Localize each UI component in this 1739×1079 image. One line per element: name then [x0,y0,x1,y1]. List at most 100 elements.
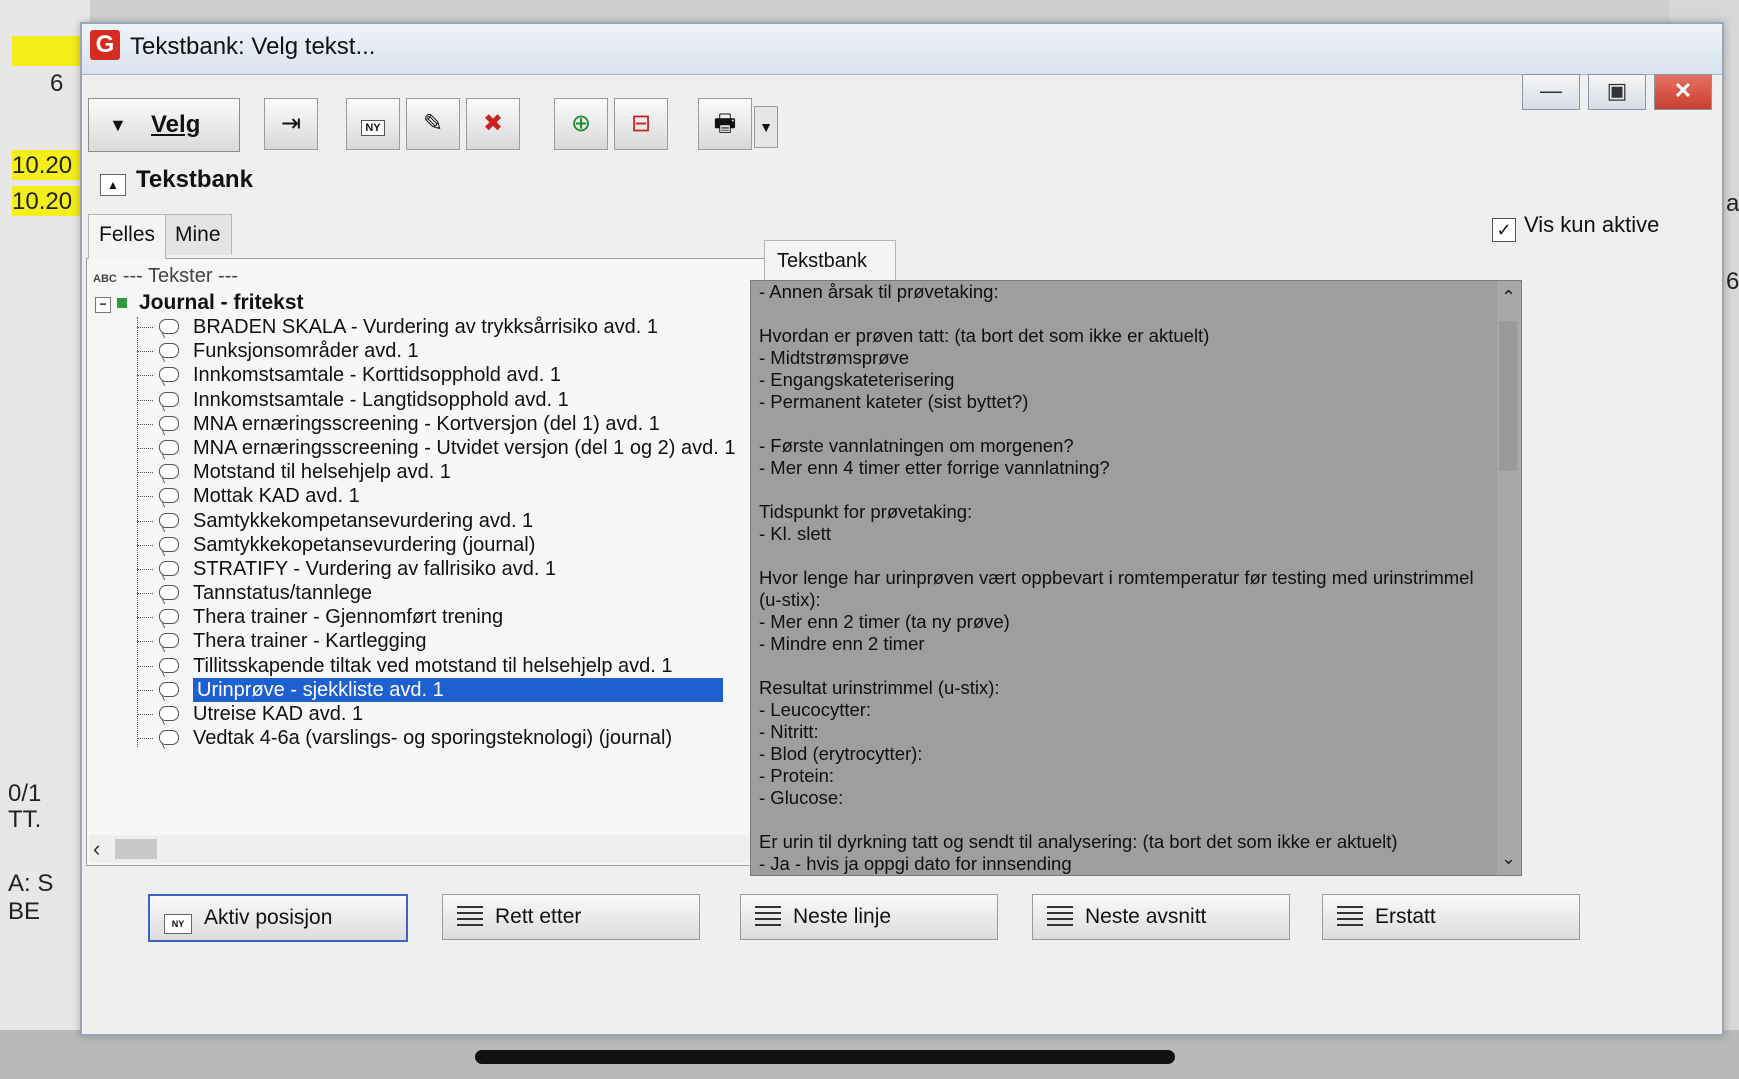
tab-felles[interactable]: Felles [88,214,167,259]
background-text: A: S [8,870,54,897]
speech-bubble-icon [159,512,179,528]
tree-item-label: Samtykkekopetansevurdering (journal) [193,533,536,556]
tree-item[interactable]: Mottak KAD avd. 1 [137,484,795,508]
tree-connector [137,641,153,643]
tree-connector [137,423,153,425]
background-text: 10.20 [12,188,73,215]
tree-item-label: BRADEN SKALA - Vurdering av trykksårrisi… [193,316,658,338]
neste-avsnitt-button[interactable]: Neste avsnitt [1032,894,1290,940]
speech-bubble-icon [159,633,179,649]
speech-bubble-icon [159,609,179,625]
tree-connector [137,520,153,522]
maximize-button[interactable]: ▣ [1588,74,1646,110]
tree-connector [137,399,153,401]
app-logo: G [90,30,120,60]
delete-button[interactable]: ✖ [466,98,520,150]
checkmark-icon: ✓ [1492,218,1516,242]
erstatt-button[interactable]: Erstatt [1322,894,1580,940]
toolbar: ▼ Velg ⇥ NY ✎ ✖ ⊕ ⊟ 🖶 ▼ [84,78,1584,158]
tree-item[interactable]: Utreise KAD avd. 1 [137,702,795,726]
tree-item[interactable]: Urinprøve - sjekkliste avd. 1 [137,677,795,702]
ny-icon: NY [361,120,385,136]
background-text: 6 [50,70,64,97]
speech-bubble-icon [159,391,179,407]
lines-icon [755,906,781,926]
collapse-icon[interactable]: − [95,297,111,313]
tree-item-label: MNA ernæringsscreening - Utvidet versjon… [193,436,736,459]
speech-bubble-icon [159,657,179,673]
tree-item[interactable]: Tillitsskapende tiltak ved motstand til … [137,654,795,678]
add-button[interactable]: ⊕ [554,98,608,150]
speech-bubble-icon [159,585,179,601]
speech-bubble-icon [159,730,179,746]
vertical-scrollbar[interactable]: ⌃ ⌄ [1497,281,1521,875]
tab-mine[interactable]: Mine [164,214,232,255]
tree-group-journal[interactable]: − Journal - fritekst [95,291,304,315]
tree-root-label: --- Tekster --- [122,265,239,287]
tab-tekstbank[interactable]: Tekstbank [764,240,896,281]
background-text: 6 [1726,268,1739,295]
scroll-down-icon[interactable]: ⌄ [1501,848,1516,869]
speech-bubble-icon [159,439,179,455]
neste-linje-label: Neste linje [793,905,892,928]
tree-item[interactable]: Samtykkekopetansevurdering (journal) [137,533,795,557]
tree-item[interactable]: Innkomstsamtale - Korttidsopphold avd. 1 [137,363,795,387]
tree-item[interactable]: Funksjonsområder avd. 1 [137,339,795,363]
tree-item[interactable]: MNA ernæringsscreening - Utvidet versjon… [137,436,795,460]
speech-bubble-icon [159,706,179,721]
edit-button[interactable]: ✎ [406,98,460,150]
background-highlight [12,36,82,66]
exit-button[interactable]: ⇥ [264,98,318,150]
tree-item[interactable]: Thera trainer - Gjennomført trening [137,605,795,629]
speech-bubble-icon [159,464,179,480]
tree-connector [137,714,153,715]
tree-item[interactable]: Motstand til helsehjelp avd. 1 [137,460,795,484]
close-button[interactable]: ✕ [1654,74,1712,110]
scroll-up-icon[interactable]: ⌃ [1501,287,1516,308]
home-indicator [475,1050,1175,1064]
neste-linje-button[interactable]: Neste linje [740,894,998,940]
tree-item-label: Mottak KAD avd. 1 [193,485,360,508]
tree-item[interactable]: BRADEN SKALA - Vurdering av trykksårrisi… [137,315,795,339]
tree-group-label: Journal - fritekst [139,291,304,314]
rett-etter-button[interactable]: Rett etter [442,894,700,940]
tree-item[interactable]: Thera trainer - Kartlegging [137,629,795,653]
tree-connector [137,689,153,691]
tree-item[interactable]: Innkomstsamtale - Langtidsopphold avd. 1 [137,388,795,412]
scroll-left-icon[interactable]: ‹ [93,835,100,863]
tree-item[interactable]: STRATIFY - Vurdering av fallrisiko avd. … [137,557,795,581]
aktiv-posisjon-label: Aktiv posisjon [204,906,333,929]
speech-bubble-icon [159,415,179,431]
scroll-thumb[interactable] [1499,321,1517,471]
abc-icon: ABC [93,273,117,285]
tree-item[interactable]: MNA ernæringsscreening - Kortversjon (de… [137,412,795,436]
tree-root[interactable]: ABC --- Tekster --- [93,265,238,288]
new-button[interactable]: NY [346,98,400,150]
remove-button[interactable]: ⊟ [614,98,668,150]
speech-bubble-icon [159,560,179,576]
print-button[interactable]: 🖶 [698,98,752,150]
tekstbank-dialog: G Tekstbank: Velg tekst... — ▣ ✕ ▼ Velg … [80,22,1724,1036]
tree-connector [137,617,153,619]
tree-item[interactable]: Samtykkekompetansevurdering avd. 1 [137,509,795,533]
scroll-thumb[interactable] [115,839,157,859]
tree-item-label: STRATIFY - Vurdering av fallrisiko avd. … [193,557,557,580]
vis-kun-aktive-checkbox[interactable]: ✓ Vis kun aktive [1492,212,1659,242]
status-dot-icon [117,298,127,308]
speech-bubble-icon [159,681,179,697]
neste-avsnitt-label: Neste avsnitt [1085,905,1207,928]
tree-item[interactable]: Vedtak 4-6a (varslings- og sporingstekno… [137,726,795,750]
tree-connector [137,447,153,449]
tree-item-label: Tillitsskapende tiltak ved motstand til … [193,654,673,677]
speech-bubble-icon [159,536,179,552]
tree-item-label: Motstand til helsehjelp avd. 1 [193,461,451,484]
velg-dropdown-button[interactable]: ▼ Velg [88,98,240,152]
print-dropdown[interactable]: ▼ [754,106,778,148]
tree-connector [137,472,153,474]
tree-connector [137,738,153,740]
tree-item[interactable]: Tannstatus/tannlege [137,581,795,605]
tree-item-label: Innkomstsamtale - Korttidsopphold avd. 1 [193,364,561,387]
text-preview[interactable]: - Annen årsak til prøvetaking: Hvordan e… [750,280,1522,876]
horizontal-scrollbar[interactable]: ‹ › [89,835,795,863]
aktiv-posisjon-button[interactable]: NY Aktiv posisjon [148,894,408,942]
